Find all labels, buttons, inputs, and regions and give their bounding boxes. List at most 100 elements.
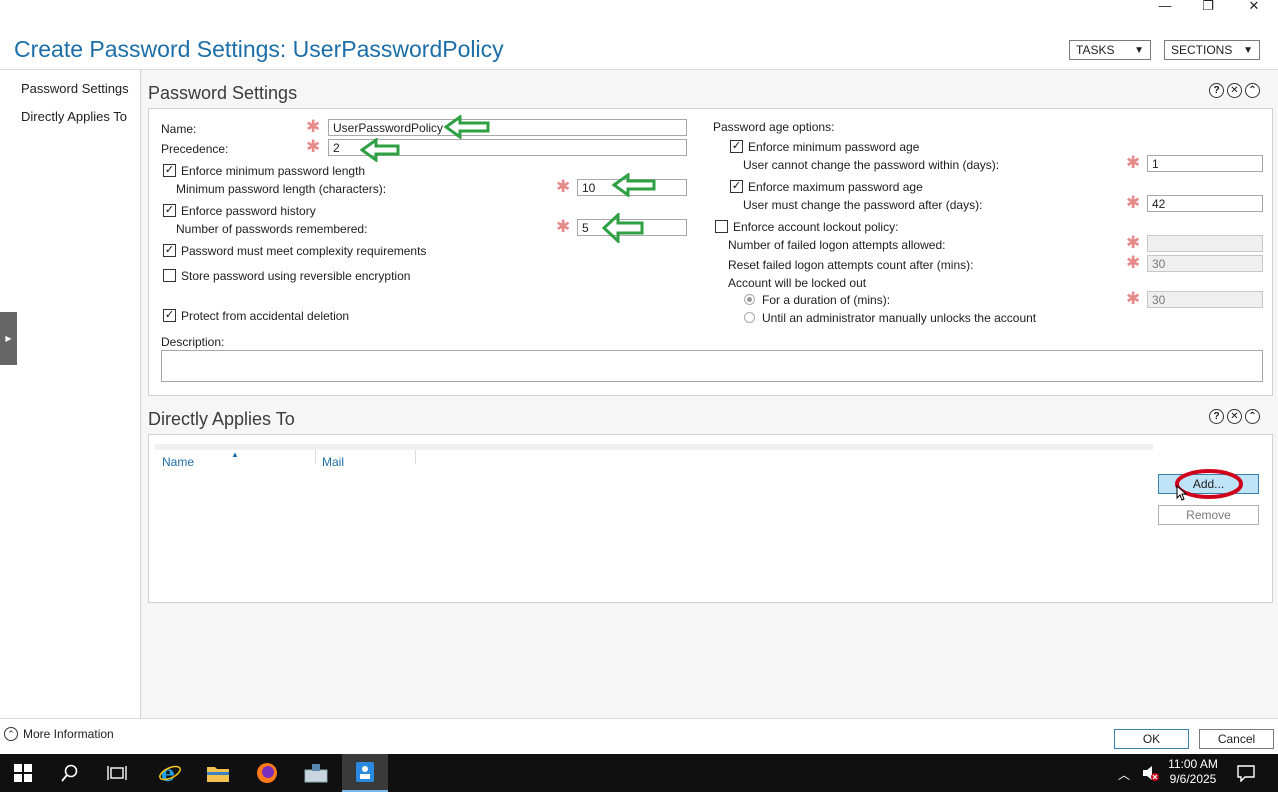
clock-date: 9/6/2025 <box>1169 772 1217 786</box>
duration-radio[interactable] <box>744 294 755 305</box>
reversible-encryption-label: Store password using reversible encrypti… <box>181 269 411 283</box>
close-section-icon[interactable]: ✕ <box>1227 83 1242 98</box>
description-label: Description: <box>161 335 225 349</box>
folder-icon <box>207 767 229 782</box>
server-manager-icon <box>304 764 328 783</box>
task-view-button[interactable] <box>94 754 140 792</box>
windows-logo-icon <box>14 764 32 782</box>
firefox-button[interactable] <box>244 754 290 792</box>
ok-button[interactable]: OK <box>1114 729 1189 749</box>
duration-label: For a duration of (mins): <box>762 293 891 307</box>
minimize-button[interactable]: — <box>1147 0 1183 14</box>
page-title: Create Password Settings: UserPasswordPo… <box>14 36 504 62</box>
reversible-encryption-checkbox[interactable] <box>163 269 176 282</box>
expand-nav-handle[interactable]: ▶ <box>0 312 17 365</box>
enforce-max-age-label: Enforce maximum password age <box>748 180 923 194</box>
expand-up-icon[interactable]: ⌃ <box>4 727 18 741</box>
internet-explorer-button[interactable]: e <box>147 754 193 792</box>
required-icon: ✱ <box>556 177 571 196</box>
until-admin-radio[interactable] <box>744 312 755 323</box>
sort-ascending-icon: ▲ <box>231 450 239 459</box>
help-icon[interactable]: ? <box>1209 83 1224 98</box>
remove-button[interactable]: Remove <box>1158 505 1259 525</box>
internet-explorer-icon: e <box>159 761 181 785</box>
file-explorer-button[interactable] <box>195 754 241 792</box>
tasks-button[interactable]: TASKS ▼ <box>1069 40 1151 60</box>
collapse-icon[interactable]: ⌃ <box>1245 409 1260 424</box>
search-button[interactable] <box>47 754 93 792</box>
name-field[interactable]: UserPasswordPolicy <box>328 119 687 136</box>
task-view-icon <box>107 766 127 780</box>
firefox-icon <box>257 763 277 783</box>
sections-label: SECTIONS <box>1171 43 1233 57</box>
title-bar <box>0 0 1278 18</box>
enforce-history-checkbox[interactable]: ✓ <box>163 204 176 217</box>
required-icon: ✱ <box>1126 233 1141 252</box>
annotation-arrow-icon <box>360 138 400 162</box>
applies-to-grid[interactable] <box>155 444 1153 596</box>
column-header-mail[interactable]: Mail <box>322 455 344 469</box>
mouse-cursor-icon <box>1176 485 1188 501</box>
cancel-button[interactable]: Cancel <box>1199 729 1274 749</box>
complexity-label: Password must meet complexity requiremen… <box>181 244 427 258</box>
password-settings-section-icons: ? ✕ ⌃ <box>1209 83 1260 98</box>
nav-item-directly-applies-to[interactable]: Directly Applies To <box>21 109 127 124</box>
ad-admin-center-icon <box>356 762 374 782</box>
enforce-max-age-checkbox[interactable]: ✓ <box>730 180 743 193</box>
precedence-label: Precedence: <box>161 142 229 156</box>
description-field[interactable] <box>161 350 1263 382</box>
help-icon[interactable]: ? <box>1209 409 1224 424</box>
password-settings-title: Password Settings <box>148 83 298 103</box>
lockout-policy-label: Enforce account lockout policy: <box>733 220 899 234</box>
collapse-icon[interactable]: ⌃ <box>1245 83 1260 98</box>
tasks-label: TASKS <box>1076 43 1115 57</box>
until-admin-label: Until an administrator manually unlocks … <box>762 311 1037 325</box>
close-window-button[interactable]: ✕ <box>1236 0 1272 14</box>
column-divider <box>415 450 416 464</box>
min-age-field[interactable]: 1 <box>1147 155 1263 172</box>
left-navigation <box>0 70 141 718</box>
restore-button[interactable]: ❐ <box>1190 0 1226 14</box>
enforce-history-label: Enforce password history <box>181 204 316 218</box>
column-divider <box>315 450 316 464</box>
required-icon: ✱ <box>1126 289 1141 308</box>
failed-attempts-field[interactable] <box>1147 235 1263 252</box>
max-age-field[interactable]: 42 <box>1147 195 1263 212</box>
nav-item-password-settings[interactable]: Password Settings <box>21 81 129 96</box>
close-section-icon[interactable]: ✕ <box>1227 409 1242 424</box>
more-information-link[interactable]: More Information <box>23 727 114 741</box>
required-icon: ✱ <box>1126 153 1141 172</box>
play-right-icon: ▶ <box>5 334 12 343</box>
enforce-min-age-checkbox[interactable]: ✓ <box>730 140 743 153</box>
clock-time: 11:00 AM <box>1168 757 1218 771</box>
lockout-policy-checkbox[interactable] <box>715 220 728 233</box>
sections-button[interactable]: SECTIONS ▼ <box>1164 40 1260 60</box>
reset-count-label: Reset failed logon attempts count after … <box>728 258 974 272</box>
name-label: Name: <box>161 122 197 136</box>
required-icon: ✱ <box>556 217 571 236</box>
annotation-arrow-icon <box>612 173 656 197</box>
notifications-icon[interactable] <box>1237 764 1255 782</box>
duration-field[interactable]: 30 <box>1147 291 1263 308</box>
system-clock[interactable]: 11:00 AM 9/6/2025 <box>1163 757 1223 787</box>
server-manager-button[interactable] <box>293 754 339 792</box>
enforce-min-age-label: Enforce minimum password age <box>748 140 920 154</box>
locked-out-label: Account will be locked out <box>728 276 867 290</box>
chevron-up-icon[interactable]: ︿ <box>1118 766 1130 783</box>
column-header-name[interactable]: Name <box>162 455 194 469</box>
min-length-label: Minimum password length (characters): <box>176 182 387 196</box>
protect-deletion-checkbox[interactable]: ✓ <box>163 309 176 322</box>
enforce-min-length-checkbox[interactable]: ✓ <box>163 164 176 177</box>
annotation-arrow-icon <box>602 213 644 243</box>
search-icon <box>61 764 78 782</box>
annotation-arrow-icon <box>444 115 490 139</box>
required-icon: ✱ <box>306 117 321 136</box>
caret-down-icon: ▼ <box>1134 44 1144 56</box>
min-age-label: User cannot change the password within (… <box>743 158 1000 172</box>
ad-admin-center-button[interactable] <box>342 754 388 792</box>
complexity-checkbox[interactable]: ✓ <box>163 244 176 257</box>
volume-muted-icon[interactable] <box>1142 765 1160 781</box>
caret-down-icon: ▼ <box>1243 44 1253 56</box>
reset-count-field[interactable]: 30 <box>1147 255 1263 272</box>
start-button[interactable] <box>0 754 46 792</box>
